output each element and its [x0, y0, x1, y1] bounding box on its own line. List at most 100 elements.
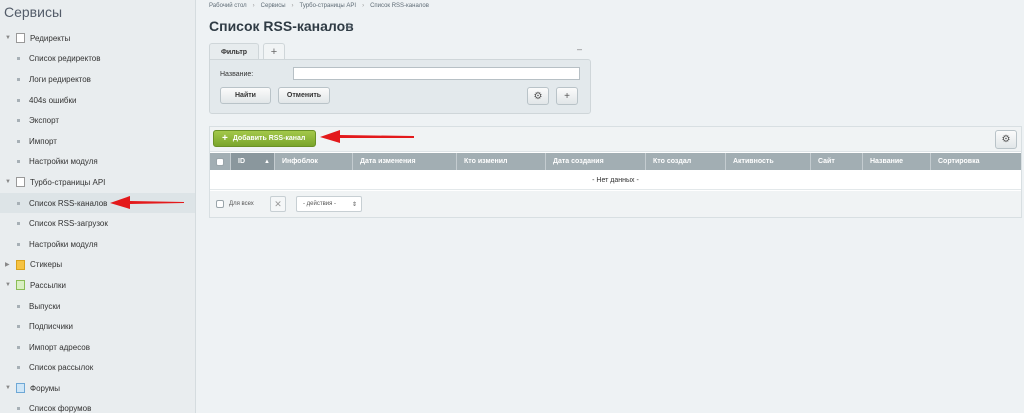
sidebar-item[interactable]: Список рассылок — [0, 358, 195, 379]
column-header[interactable]: Название — [863, 153, 931, 170]
add-filter-tab-button[interactable]: + — [263, 43, 285, 60]
bullet-icon — [17, 325, 20, 329]
breadcrumb-separator-icon: › — [252, 3, 255, 9]
sidebar-item-label: Стикеры — [30, 260, 63, 270]
bullet-icon — [17, 77, 20, 81]
sidebar-item-label: Экспорт — [29, 116, 60, 126]
column-header[interactable]: Кто создал — [646, 153, 726, 170]
bullet-icon — [17, 98, 20, 102]
sidebar-item[interactable]: Логи редиректов — [0, 69, 195, 90]
sidebar-group-stickers[interactable]: ▶ Стикеры — [0, 255, 195, 276]
grid-footer: Для всех ✕ - действия - ⇕ — [210, 191, 1021, 217]
sidebar-group-forums[interactable]: ▼ Форумы — [0, 378, 195, 399]
breadcrumb-item[interactable]: Рабочий стол — [209, 3, 247, 9]
table-header: ID ▲ Инфоблок Дата изменения Кто изменил … — [210, 153, 1021, 170]
page-title: Список RSS-каналов — [209, 18, 354, 34]
sidebar-item-label: Список рассылок — [29, 363, 94, 373]
for-all-checkbox[interactable] — [216, 200, 224, 208]
main-content: Рабочий стол › Сервисы › Турбо-страницы … — [197, 0, 1024, 413]
bullet-icon — [17, 139, 20, 143]
breadcrumb-item[interactable]: Турбо-страницы API — [300, 3, 357, 9]
select-all-header[interactable] — [210, 153, 231, 170]
filter-panel: Название: Найти Отменить ⚙ + — [209, 59, 591, 114]
annotation-arrow-add-button — [320, 130, 414, 143]
bullet-icon — [17, 201, 20, 205]
sidebar-item-label: 404s ошибки — [29, 95, 77, 105]
sidebar-item[interactable]: Список редиректов — [0, 49, 195, 70]
column-header[interactable]: Дата изменения — [353, 153, 457, 170]
add-rss-channel-label: Добавить RSS-канал — [232, 135, 306, 142]
breadcrumb-item[interactable]: Сервисы — [261, 3, 286, 9]
column-header[interactable]: Сортировка — [931, 153, 1021, 170]
sidebar-item-label: Форумы — [30, 383, 61, 393]
bullet-icon — [17, 57, 20, 61]
sidebar-group-mailing[interactable]: ▼ Рассылки — [0, 275, 195, 296]
sidebar-tree: ▼ Редиректы Список редиректов Логи редире… — [0, 28, 195, 413]
actions-select[interactable]: - действия - ⇕ — [296, 196, 362, 212]
sidebar-item-label: Список RSS-каналов — [29, 198, 108, 208]
breadcrumb-separator-icon: › — [362, 3, 365, 9]
sidebar-item[interactable]: Импорт адресов — [0, 337, 195, 358]
for-all-label: Для всех — [229, 201, 254, 207]
sidebar-group-turbo[interactable]: ▼ Турбо-страницы API — [0, 172, 195, 193]
close-icon[interactable]: ✕ — [270, 196, 286, 212]
sidebar-item[interactable]: Список форумов — [0, 399, 195, 413]
plus-icon[interactable]: + — [556, 87, 578, 105]
bullet-icon — [17, 222, 20, 226]
bullet-icon — [17, 160, 20, 164]
breadcrumb-separator-icon: › — [291, 3, 294, 9]
page-icon — [16, 33, 25, 44]
bullet-icon — [17, 242, 20, 246]
bullet-icon — [17, 407, 20, 411]
sidebar-item-label: Список RSS-загрузок — [29, 219, 108, 229]
name-input[interactable] — [293, 67, 580, 80]
mail-icon — [16, 280, 25, 291]
sidebar-item[interactable]: Экспорт — [0, 110, 195, 131]
star-icon[interactable]: ☆ — [344, 20, 354, 33]
breadcrumb-item[interactable]: Список RSS-каналов — [370, 3, 429, 9]
sidebar-item[interactable]: Настройки модуля — [0, 152, 195, 173]
expand-arrow-icon[interactable]: ▼ — [5, 385, 11, 391]
add-rss-channel-button[interactable]: + Добавить RSS-канал — [213, 130, 316, 147]
expand-arrow-icon[interactable]: ▼ — [5, 282, 11, 288]
sidebar-item-label: Список редиректов — [29, 54, 101, 64]
sidebar-item-label: Список форумов — [29, 404, 92, 413]
expand-arrow-icon[interactable]: ▶ — [5, 261, 11, 268]
sidebar-group-redirects[interactable]: ▼ Редиректы — [0, 28, 195, 49]
sidebar-item[interactable]: Список RSS-загрузок — [0, 213, 195, 234]
breadcrumb: Рабочий стол › Сервисы › Турбо-страницы … — [209, 3, 429, 9]
select-all-checkbox[interactable] — [216, 157, 224, 166]
column-header[interactable]: Инфоблок — [275, 153, 353, 170]
collapse-filter-icon[interactable]: – — [577, 44, 582, 54]
bullet-icon — [17, 366, 20, 370]
sidebar-item-label: Настройки модуля — [29, 239, 98, 249]
sidebar-item[interactable]: Подписчики — [0, 316, 195, 337]
bullet-icon — [17, 345, 20, 349]
sidebar-item-label: Редиректы — [30, 33, 71, 43]
actions-select-value: - действия - — [303, 201, 337, 207]
column-header[interactable]: Сайт — [811, 153, 863, 170]
cancel-button[interactable]: Отменить — [278, 87, 330, 104]
sidebar-title: Сервисы — [4, 4, 63, 20]
sticker-icon — [16, 259, 25, 270]
sidebar-item-label: Импорт адресов — [29, 342, 90, 352]
sidebar-item[interactable]: 404s ошибки — [0, 90, 195, 111]
sidebar-item[interactable]: Выпуски — [0, 296, 195, 317]
find-button[interactable]: Найти — [220, 87, 271, 104]
plus-icon: + — [222, 133, 228, 144]
gear-icon[interactable]: ⚙ — [527, 87, 549, 105]
sidebar-item-label: Турбо-страницы API — [30, 177, 106, 187]
sidebar-item[interactable]: Настройки модуля — [0, 234, 195, 255]
tab-filter[interactable]: Фильтр — [209, 43, 259, 60]
column-header[interactable]: Кто изменил — [457, 153, 546, 170]
expand-arrow-icon[interactable]: ▼ — [5, 35, 11, 41]
sidebar-item[interactable]: Импорт — [0, 131, 195, 152]
empty-row: - Нет данных - — [210, 171, 1021, 190]
expand-arrow-icon[interactable]: ▼ — [5, 179, 11, 185]
chevron-updown-icon: ⇕ — [351, 201, 357, 208]
column-header[interactable]: Дата создания — [546, 153, 646, 170]
column-header[interactable]: Активность — [726, 153, 811, 170]
column-header-id[interactable]: ID ▲ — [231, 153, 275, 170]
gear-icon[interactable]: ⚙ — [995, 130, 1017, 149]
column-label: ID — [238, 158, 245, 165]
